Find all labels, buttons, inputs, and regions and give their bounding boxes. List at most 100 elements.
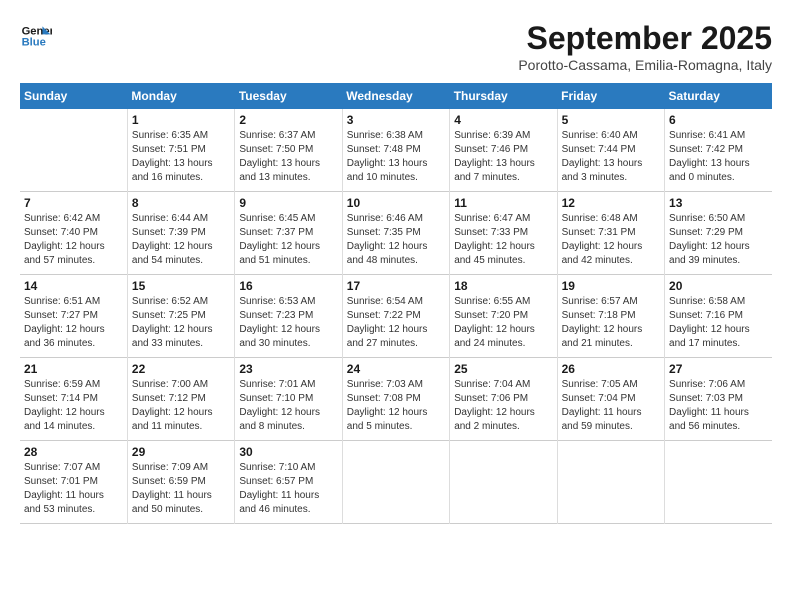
calendar-cell: 24Sunrise: 7:03 AM Sunset: 7:08 PM Dayli… [342, 358, 449, 441]
day-number: 8 [132, 196, 230, 210]
day-info: Sunrise: 6:48 AM Sunset: 7:31 PM Dayligh… [562, 212, 660, 268]
day-number: 23 [239, 362, 337, 376]
calendar-cell: 11 Sunrise: 6:47 AM Sunset: 7:33 PM Dayli… [450, 192, 557, 275]
svg-text:General: General [22, 25, 52, 37]
day-number: 11 [454, 196, 552, 210]
day-number: 1 [132, 113, 230, 127]
day-info: Sunrise: 6:38 AM Sunset: 7:48 PM Dayligh… [347, 129, 445, 185]
calendar-cell: 18 Sunrise: 6:55 AM Sunset: 7:20 PM Dayli… [450, 275, 557, 358]
day-number: 6 [669, 113, 768, 127]
day-info: Sunrise: 6:50 AM Sunset: 7:29 PM Dayligh… [669, 212, 768, 268]
day-info: Sunrise: 7:10 AM Sunset: 6:57 PM Dayligh… [239, 461, 337, 517]
week-row-3: 14Sunrise: 6:51 AM Sunset: 7:27 PM Dayli… [20, 275, 772, 358]
day-number: 26 [562, 362, 660, 376]
calendar-cell: 30 Sunrise: 7:10 AM Sunset: 6:57 PM Dayli… [235, 441, 342, 524]
calendar-cell: 8 Sunrise: 6:44 AM Sunset: 7:39 PM Daylig… [127, 192, 234, 275]
day-info: Sunrise: 7:00 AM Sunset: 7:12 PM Dayligh… [132, 378, 230, 434]
calendar-cell: 12 Sunrise: 6:48 AM Sunset: 7:31 PM Dayli… [557, 192, 664, 275]
calendar-cell: 26Sunrise: 7:05 AM Sunset: 7:04 PM Dayli… [557, 358, 664, 441]
calendar-cell: 6Sunrise: 6:41 AM Sunset: 7:42 PM Daylig… [665, 109, 772, 192]
calendar-cell: 22Sunrise: 7:00 AM Sunset: 7:12 PM Dayli… [127, 358, 234, 441]
day-number: 4 [454, 113, 552, 127]
header-thursday: Thursday [450, 83, 557, 109]
location-subtitle: Porotto-Cassama, Emilia-Romagna, Italy [518, 57, 772, 73]
day-info: Sunrise: 6:39 AM Sunset: 7:46 PM Dayligh… [454, 129, 552, 185]
logo: General Blue [20, 20, 52, 52]
calendar-header-row: SundayMondayTuesdayWednesdayThursdayFrid… [20, 83, 772, 109]
day-number: 29 [132, 445, 230, 459]
week-row-2: 7 Sunrise: 6:42 AM Sunset: 7:40 PM Daylig… [20, 192, 772, 275]
header-sunday: Sunday [20, 83, 127, 109]
calendar-cell: 19 Sunrise: 6:57 AM Sunset: 7:18 PM Dayli… [557, 275, 664, 358]
day-info: Sunrise: 6:47 AM Sunset: 7:33 PM Dayligh… [454, 212, 552, 268]
calendar-cell: 25 Sunrise: 7:04 AM Sunset: 7:06 PM Dayli… [450, 358, 557, 441]
day-info: Sunrise: 6:54 AM Sunset: 7:22 PM Dayligh… [347, 295, 445, 351]
calendar-cell: 23 Sunrise: 7:01 AM Sunset: 7:10 PM Dayli… [235, 358, 342, 441]
day-number: 3 [347, 113, 445, 127]
day-number: 14 [24, 279, 123, 293]
day-number: 10 [347, 196, 445, 210]
day-info: Sunrise: 7:07 AM Sunset: 7:01 PM Dayligh… [24, 461, 123, 517]
header-friday: Friday [557, 83, 664, 109]
calendar-cell [557, 441, 664, 524]
calendar-table: SundayMondayTuesdayWednesdayThursdayFrid… [20, 83, 772, 524]
calendar-cell: 10 Sunrise: 6:46 AM Sunset: 7:35 PM Dayli… [342, 192, 449, 275]
day-number: 2 [239, 113, 337, 127]
week-row-1: 1 Sunrise: 6:35 AM Sunset: 7:51 PM Daylig… [20, 109, 772, 192]
day-info: Sunrise: 6:58 AM Sunset: 7:16 PM Dayligh… [669, 295, 768, 351]
calendar-cell: 27Sunrise: 7:06 AM Sunset: 7:03 PM Dayli… [665, 358, 772, 441]
calendar-cell: 13 Sunrise: 6:50 AM Sunset: 7:29 PM Dayli… [665, 192, 772, 275]
day-number: 13 [669, 196, 768, 210]
day-number: 21 [24, 362, 123, 376]
day-number: 15 [132, 279, 230, 293]
day-info: Sunrise: 6:35 AM Sunset: 7:51 PM Dayligh… [132, 129, 230, 185]
header-monday: Monday [127, 83, 234, 109]
day-number: 28 [24, 445, 123, 459]
month-title: September 2025 [518, 20, 772, 57]
week-row-4: 21 Sunrise: 6:59 AM Sunset: 7:14 PM Dayli… [20, 358, 772, 441]
header-wednesday: Wednesday [342, 83, 449, 109]
day-info: Sunrise: 6:44 AM Sunset: 7:39 PM Dayligh… [132, 212, 230, 268]
calendar-cell: 4 Sunrise: 6:39 AM Sunset: 7:46 PM Daylig… [450, 109, 557, 192]
day-number: 9 [239, 196, 337, 210]
calendar-cell: 5Sunrise: 6:40 AM Sunset: 7:44 PM Daylig… [557, 109, 664, 192]
calendar-cell: 14Sunrise: 6:51 AM Sunset: 7:27 PM Dayli… [20, 275, 127, 358]
calendar-cell: 1 Sunrise: 6:35 AM Sunset: 7:51 PM Daylig… [127, 109, 234, 192]
calendar-cell: 28 Sunrise: 7:07 AM Sunset: 7:01 PM Dayli… [20, 441, 127, 524]
day-number: 18 [454, 279, 552, 293]
page-header: General Blue September 2025 Porotto-Cass… [20, 20, 772, 73]
calendar-cell [665, 441, 772, 524]
header-tuesday: Tuesday [235, 83, 342, 109]
svg-text:Blue: Blue [22, 37, 46, 49]
day-info: Sunrise: 7:01 AM Sunset: 7:10 PM Dayligh… [239, 378, 337, 434]
day-info: Sunrise: 6:55 AM Sunset: 7:20 PM Dayligh… [454, 295, 552, 351]
day-number: 19 [562, 279, 660, 293]
calendar-cell: 20Sunrise: 6:58 AM Sunset: 7:16 PM Dayli… [665, 275, 772, 358]
day-info: Sunrise: 6:57 AM Sunset: 7:18 PM Dayligh… [562, 295, 660, 351]
day-info: Sunrise: 7:06 AM Sunset: 7:03 PM Dayligh… [669, 378, 768, 434]
day-number: 12 [562, 196, 660, 210]
day-number: 16 [239, 279, 337, 293]
day-info: Sunrise: 7:04 AM Sunset: 7:06 PM Dayligh… [454, 378, 552, 434]
day-info: Sunrise: 6:46 AM Sunset: 7:35 PM Dayligh… [347, 212, 445, 268]
calendar-cell [342, 441, 449, 524]
day-number: 7 [24, 196, 123, 210]
calendar-cell: 9 Sunrise: 6:45 AM Sunset: 7:37 PM Daylig… [235, 192, 342, 275]
day-info: Sunrise: 7:03 AM Sunset: 7:08 PM Dayligh… [347, 378, 445, 434]
day-number: 25 [454, 362, 552, 376]
calendar-cell: 2 Sunrise: 6:37 AM Sunset: 7:50 PM Daylig… [235, 109, 342, 192]
calendar-cell: 21 Sunrise: 6:59 AM Sunset: 7:14 PM Dayli… [20, 358, 127, 441]
logo-icon: General Blue [20, 20, 52, 52]
calendar-cell [20, 109, 127, 192]
day-info: Sunrise: 6:37 AM Sunset: 7:50 PM Dayligh… [239, 129, 337, 185]
title-block: September 2025 Porotto-Cassama, Emilia-R… [518, 20, 772, 73]
day-info: Sunrise: 6:40 AM Sunset: 7:44 PM Dayligh… [562, 129, 660, 185]
day-info: Sunrise: 6:59 AM Sunset: 7:14 PM Dayligh… [24, 378, 123, 434]
day-number: 17 [347, 279, 445, 293]
calendar-cell: 16Sunrise: 6:53 AM Sunset: 7:23 PM Dayli… [235, 275, 342, 358]
calendar-cell: 15Sunrise: 6:52 AM Sunset: 7:25 PM Dayli… [127, 275, 234, 358]
day-info: Sunrise: 6:42 AM Sunset: 7:40 PM Dayligh… [24, 212, 123, 268]
day-number: 30 [239, 445, 337, 459]
week-row-5: 28 Sunrise: 7:07 AM Sunset: 7:01 PM Dayli… [20, 441, 772, 524]
day-info: Sunrise: 6:45 AM Sunset: 7:37 PM Dayligh… [239, 212, 337, 268]
